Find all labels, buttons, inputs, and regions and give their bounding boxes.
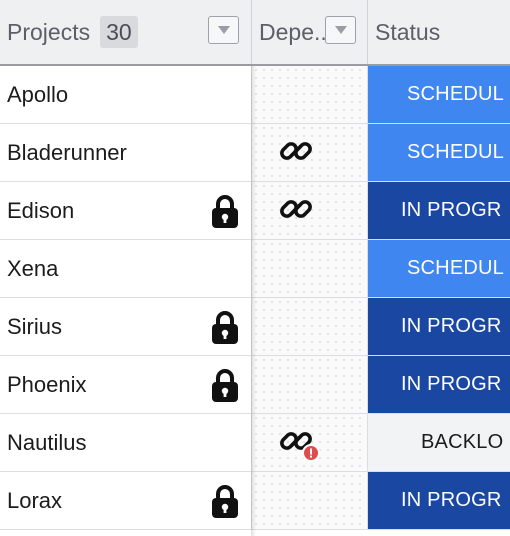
projects-grid: Projects 30 Depe... Status Apollo SCHEDUL…: [0, 0, 510, 536]
caret-down-icon: [334, 26, 347, 34]
project-name-cell[interactable]: Xena: [0, 240, 252, 297]
dependencies-header-label: Depe...: [259, 18, 334, 45]
link-icon[interactable]: [278, 191, 314, 227]
status-cell[interactable]: BACKLO: [368, 414, 510, 471]
link-icon[interactable]: [278, 133, 314, 169]
dependencies-cell[interactable]: [252, 356, 368, 413]
warning-badge-icon: [302, 444, 320, 462]
project-name-cell[interactable]: Sirius: [0, 298, 252, 355]
project-name: Phoenix: [7, 371, 87, 397]
status-label: IN PROGR: [401, 315, 502, 337]
status-label: SCHEDUL: [407, 257, 504, 279]
caret-down-icon: [217, 26, 230, 34]
status-label: BACKLO: [421, 431, 504, 453]
dependencies-filter-button[interactable]: [325, 16, 356, 44]
project-name: Lorax: [7, 487, 63, 513]
column-header-status[interactable]: Status: [368, 0, 510, 64]
status-cell[interactable]: SCHEDUL: [368, 66, 510, 123]
project-name-cell[interactable]: Lorax: [0, 472, 252, 529]
project-name-cell[interactable]: Nautilus: [0, 414, 252, 471]
lock-icon[interactable]: [210, 484, 240, 518]
grid-header: Projects 30 Depe... Status: [0, 0, 510, 66]
status-cell[interactable]: IN PROGR: [368, 298, 510, 355]
column-header-dependencies[interactable]: Depe...: [252, 0, 368, 64]
status-label: IN PROGR: [401, 489, 502, 511]
status-label: IN PROGR: [401, 199, 502, 221]
dependencies-cell[interactable]: [252, 472, 368, 529]
project-name: Nautilus: [7, 429, 87, 455]
dependencies-cell[interactable]: [252, 240, 368, 297]
dependencies-cell[interactable]: [252, 182, 368, 239]
project-name-cell[interactable]: Bladerunner: [0, 124, 252, 181]
project-name-cell[interactable]: Edison: [0, 182, 252, 239]
status-cell[interactable]: SCHEDUL: [368, 240, 510, 297]
status-cell[interactable]: IN PROGR: [368, 182, 510, 239]
status-header-label: Status: [375, 18, 441, 45]
project-name: Edison: [7, 197, 75, 223]
status-cell[interactable]: IN PROGR: [368, 356, 510, 413]
frozen-column-shadow: [251, 66, 256, 536]
status-label: SCHEDUL: [407, 141, 504, 163]
status-cell[interactable]: SCHEDUL: [368, 124, 510, 181]
project-name: Xena: [7, 255, 59, 281]
projects-filter-button[interactable]: [208, 16, 239, 44]
status-label: SCHEDUL: [407, 83, 504, 105]
project-name: Bladerunner: [7, 139, 127, 165]
lock-icon[interactable]: [210, 310, 240, 344]
dependencies-cell[interactable]: [252, 124, 368, 181]
projects-header-label: Projects: [7, 18, 91, 45]
status-label: IN PROGR: [401, 373, 502, 395]
column-header-projects[interactable]: Projects 30: [0, 0, 252, 64]
lock-icon[interactable]: [210, 368, 240, 402]
projects-count-badge: 30: [100, 16, 138, 48]
dependencies-cell[interactable]: [252, 298, 368, 355]
status-cell[interactable]: IN PROGR: [368, 472, 510, 529]
project-name: Apollo: [7, 81, 69, 107]
lock-icon[interactable]: [210, 194, 240, 228]
project-name-cell[interactable]: Phoenix: [0, 356, 252, 413]
dependencies-cell[interactable]: [252, 414, 368, 471]
project-name-cell[interactable]: Apollo: [0, 66, 252, 123]
project-name: Sirius: [7, 313, 63, 339]
dependencies-cell[interactable]: [252, 66, 368, 123]
